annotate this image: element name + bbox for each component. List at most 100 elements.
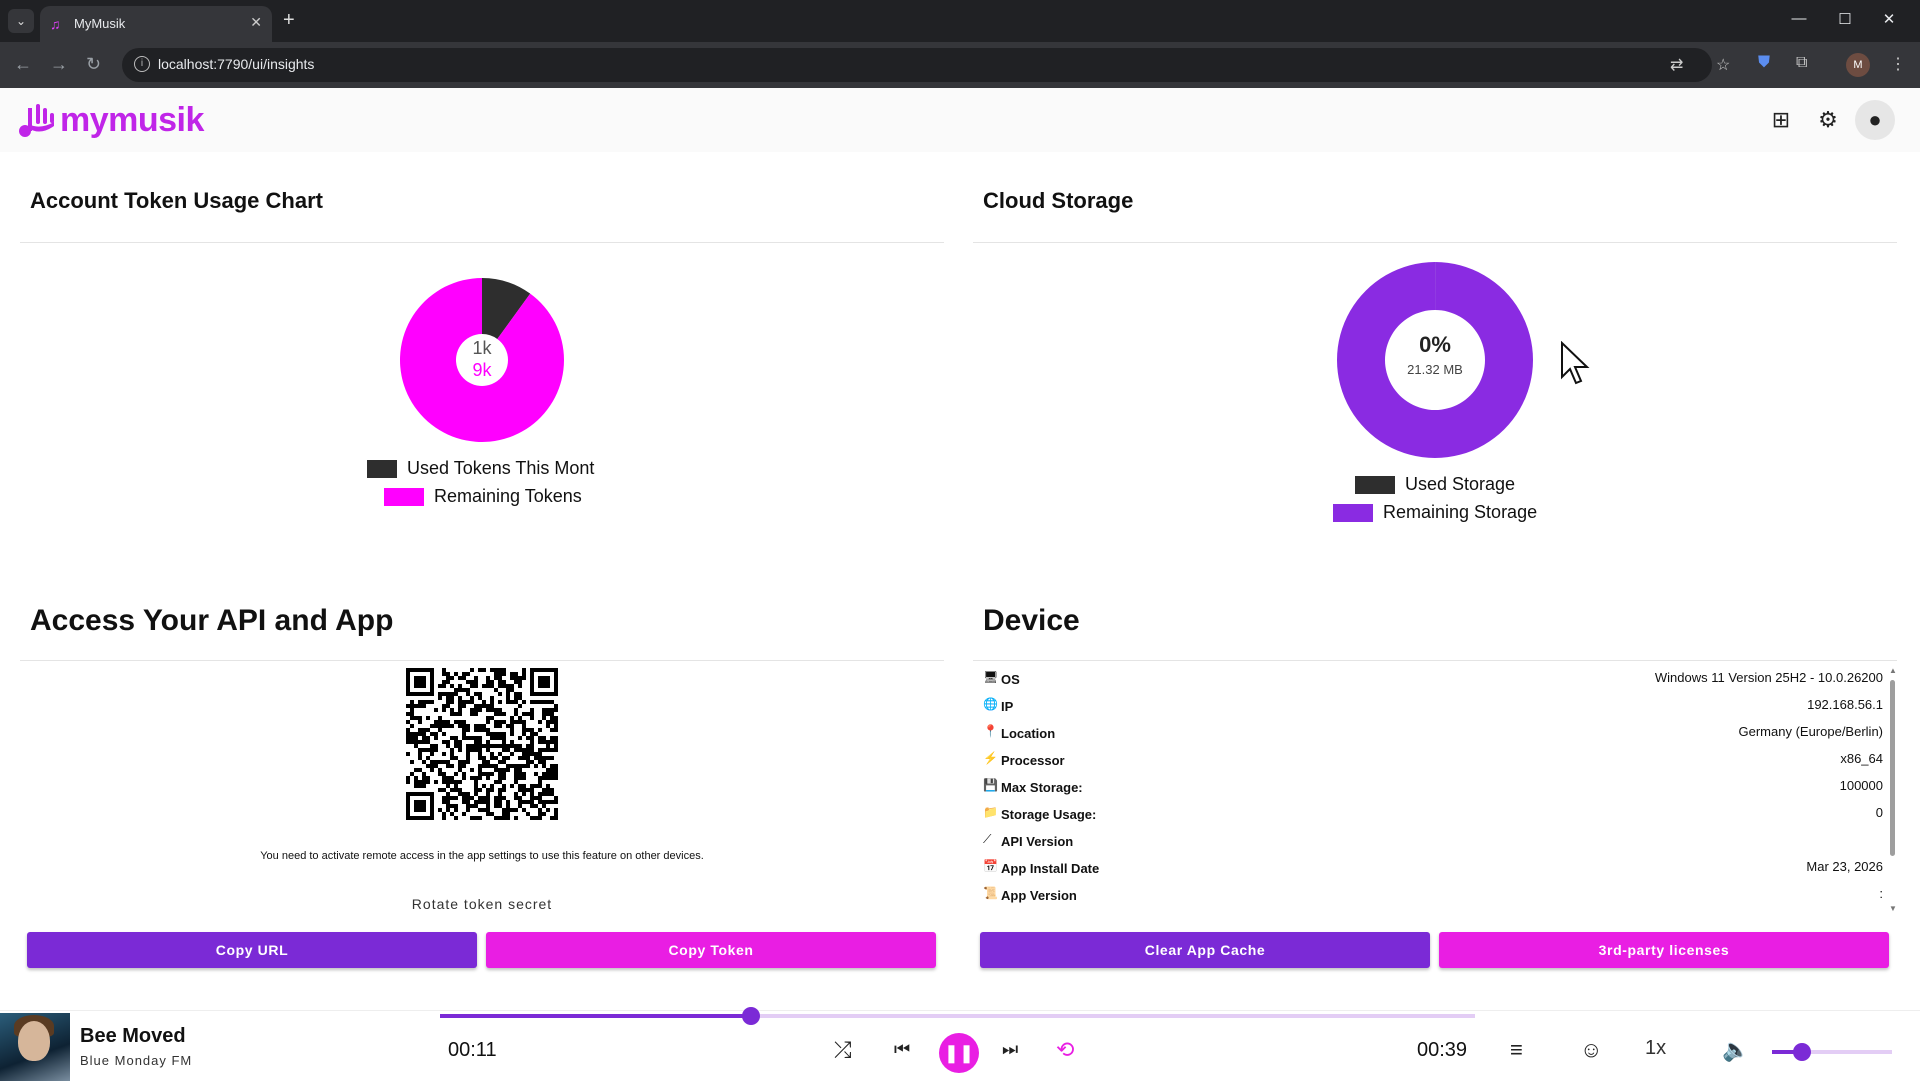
qr-module: [474, 724, 478, 728]
qr-module: [522, 668, 526, 672]
qr-module: [550, 700, 554, 704]
device-info-list[interactable]: 🖥OSWindows 11 Version 25H2 - 10.0.26200🌐…: [983, 670, 1887, 910]
device-row-value: x86_64: [1840, 751, 1883, 766]
album-cover[interactable]: [0, 1013, 70, 1081]
device-row: 🖥OSWindows 11 Version 25H2 - 10.0.26200: [983, 670, 1883, 697]
qr-module: [470, 796, 474, 800]
qr-module: [538, 728, 542, 732]
qr-module: [506, 724, 510, 728]
qr-module: [490, 684, 494, 688]
qr-module: [466, 724, 470, 728]
playback-speed-button[interactable]: 1x: [1645, 1037, 1666, 1060]
forward-icon[interactable]: →: [50, 54, 68, 75]
qr-module: [470, 712, 474, 716]
copy-url-button[interactable]: Copy URL: [27, 932, 477, 968]
volume-slider[interactable]: [1772, 1047, 1892, 1057]
qr-module: [478, 728, 482, 732]
repeat-icon[interactable]: ⟲: [1056, 1037, 1074, 1063]
qr-module: [530, 752, 534, 756]
browser-menu-icon[interactable]: ⋮: [1890, 54, 1906, 74]
third-party-licenses-button[interactable]: 3rd-party licenses: [1439, 932, 1889, 968]
queue-icon[interactable]: ≡: [1510, 1037, 1523, 1063]
close-tab-icon[interactable]: ✕: [250, 14, 262, 31]
qr-module: [426, 748, 430, 752]
rotate-token-secret-link[interactable]: Rotate token secret: [20, 896, 944, 912]
profile-avatar[interactable]: M: [1846, 53, 1870, 77]
qr-module: [454, 784, 458, 788]
qr-module: [422, 728, 426, 732]
qr-module: [414, 780, 418, 784]
tab-search-button[interactable]: ⌄: [8, 9, 34, 33]
account-icon[interactable]: ●: [1855, 100, 1895, 140]
qr-module: [442, 816, 446, 820]
device-row: 📁Storage Usage:0: [983, 805, 1883, 832]
qr-module: [506, 764, 510, 768]
qr-module: [490, 704, 494, 708]
qr-module: [458, 700, 462, 704]
reload-icon[interactable]: ↻: [86, 54, 101, 75]
qr-module: [526, 712, 530, 716]
close-window-button[interactable]: ✕: [1866, 10, 1912, 28]
shield-extension-icon[interactable]: ⛊: [1758, 54, 1770, 72]
qr-module: [514, 692, 518, 696]
scroll-up-icon[interactable]: ▲: [1889, 666, 1897, 675]
previous-icon[interactable]: ⏮: [894, 1039, 910, 1060]
volume-icon[interactable]: 🔈: [1722, 1037, 1749, 1063]
qr-module: [446, 704, 450, 708]
maximize-button[interactable]: ☐: [1822, 10, 1868, 28]
shuffle-icon[interactable]: ⤮: [834, 1037, 852, 1063]
qr-module: [486, 776, 490, 780]
qr-module: [522, 788, 526, 792]
app-logo[interactable]: mymusik: [16, 98, 204, 142]
qr-module: [550, 816, 554, 820]
qr-module: [498, 816, 502, 820]
qr-module: [554, 736, 558, 740]
qr-module: [510, 688, 514, 692]
qr-module: [522, 732, 526, 736]
qr-module: [546, 772, 550, 776]
add-playlist-icon[interactable]: ⊞: [1761, 100, 1801, 140]
qr-module: [530, 784, 534, 788]
next-icon[interactable]: ⏭: [1002, 1039, 1018, 1060]
scroll-down-icon[interactable]: ▼: [1889, 904, 1897, 913]
qr-module: [514, 796, 518, 800]
bookmark-star-icon[interactable]: ☆: [1716, 55, 1730, 75]
extensions-puzzle-icon[interactable]: ⧉: [1796, 54, 1807, 72]
qr-module: [434, 764, 438, 768]
qr-module: [542, 764, 546, 768]
qr-module: [450, 676, 454, 680]
qr-module: [426, 780, 430, 784]
browser-tab[interactable]: ♫ MyMusik ✕: [40, 6, 272, 42]
qr-module: [542, 708, 546, 712]
translate-icon[interactable]: ⇄: [1670, 55, 1683, 75]
donut-slice-1[interactable]: [1337, 262, 1533, 458]
qr-module: [498, 720, 502, 724]
qr-module: [490, 696, 494, 700]
settings-gear-icon[interactable]: ⚙: [1808, 100, 1848, 140]
site-info-icon[interactable]: i: [134, 56, 150, 72]
device-scrollbar[interactable]: ▲ ▼: [1887, 666, 1897, 914]
progress-thumb[interactable]: [742, 1007, 760, 1025]
qr-module: [538, 792, 542, 796]
qr-module: [538, 748, 542, 752]
qr-module: [498, 788, 502, 792]
qr-module: [482, 668, 486, 672]
qr-module: [514, 672, 518, 676]
qr-module: [502, 776, 506, 780]
copy-token-button[interactable]: Copy Token: [486, 932, 936, 968]
clear-app-cache-button[interactable]: Clear App Cache: [980, 932, 1430, 968]
progress-slider[interactable]: [440, 1011, 1475, 1021]
robot-icon[interactable]: ☺: [1580, 1037, 1602, 1063]
qr-module: [466, 700, 470, 704]
qr-module: [414, 768, 418, 772]
url-text[interactable]: localhost:7790/ui/insights: [158, 56, 314, 72]
qr-module: [450, 748, 454, 752]
back-icon[interactable]: ←: [14, 54, 32, 75]
new-tab-button[interactable]: +: [283, 9, 295, 32]
volume-thumb[interactable]: [1793, 1043, 1811, 1061]
pause-button[interactable]: ❚❚: [939, 1033, 979, 1073]
address-bar[interactable]: i localhost:7790/ui/insights ⇄ ☆: [122, 48, 1712, 82]
minimize-button[interactable]: —: [1776, 10, 1822, 27]
qr-module: [526, 764, 530, 768]
scrollbar-thumb[interactable]: [1890, 680, 1895, 856]
